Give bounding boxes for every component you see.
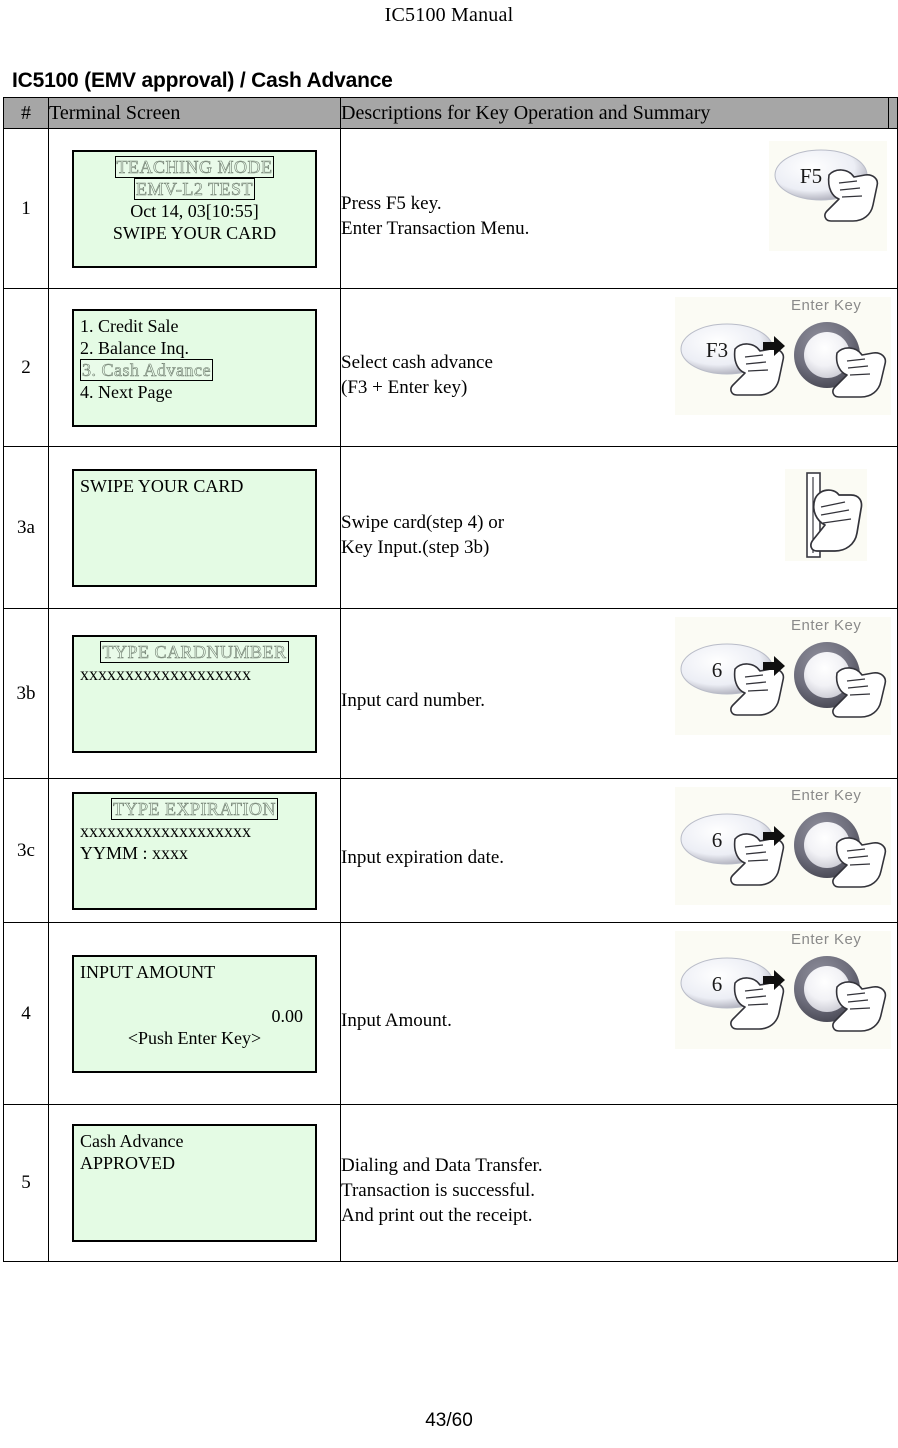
lcd-line: xxxxxxxxxxxxxxxxxxx [80,663,251,684]
lcd-line: 0.00 [271,1005,304,1026]
step-number-cell: 4 [3,922,49,1105]
description-text: Input Amount. [341,1010,452,1031]
step-number-cell: 3c [3,778,49,923]
terminal-screen-cell: TEACHING MODE EMV-L2 TEST Oct 14, 03[10:55… [48,128,341,289]
lcd-line-highlighted: EMV-L2 TEST [80,177,309,200]
lcd-line: YYMM : xxxx [80,842,189,863]
terminal-lcd-display: SWIPE YOUR CARD [72,468,317,587]
page-title: IC5100 Manual [384,4,514,26]
table-row: 4 INPUT AMOUNT 0.00 <Push Enter Key> Input … [3,922,898,1105]
key-then-enter-icon: F3 Enter Key [675,297,891,415]
lcd-line: SWIPE YOUR CARD [80,475,244,496]
lcd-line: 1. Credit Sale [80,315,179,336]
svg-text:F5: F5 [800,164,822,188]
svg-text:6: 6 [712,658,723,682]
description-cell: Dialing and Data Transfer. Transaction is… [340,1104,898,1262]
lcd-line: SWIPE YOUR CARD [112,222,277,243]
step-number-cell: 3b [3,608,49,779]
page-number: 43/60 [425,1410,473,1431]
column-header-terminal-screen: Terminal Screen [48,97,341,129]
description-text: Input expiration date. [341,847,505,868]
terminal-screen-cell: TYPE EXPIRATION xxxxxxxxxxxxxxxxxxx YYMM :… [48,778,341,923]
lcd-line [80,983,309,1005]
lcd-highlight-span: TYPE CARDNUMBER [100,640,289,663]
description-cell: Input expiration date. 6 Enter Key [340,778,898,923]
description-cell: Input card number. 6 Enter Key [340,608,898,779]
description-text: Dialing and Data Transfer. Transaction is… [341,1154,543,1226]
description-cell: Select cash advance(F3 + Enter key) F3 [340,288,898,447]
lcd-line: INPUT AMOUNT [80,961,216,982]
step-number-cell: 2 [3,288,49,447]
column-header-description: Descriptions for Key Operation and Summa… [340,97,889,129]
table-row: 1 TEACHING MODE EMV-L2 TEST Oct 14, 03[10:5… [3,128,898,289]
lcd-line: APPROVED [80,1153,176,1173]
svg-text:6: 6 [712,828,723,852]
key-then-enter-icon: 6 Enter Key [675,931,891,1049]
lcd-line: 4. Next Page [80,381,173,402]
lcd-highlight-span: TEACHING MODE [114,155,275,178]
svg-text:F3: F3 [706,338,728,362]
enter-key-icon [779,949,898,1047]
column-header-spacer [888,97,898,129]
step-number-cell: 5 [3,1104,49,1262]
table-row: 2 1. Credit Sale 2. Balance Inq. 3. Cash Ad… [3,288,898,447]
terminal-lcd-display: TYPE CARDNUMBER xxxxxxxxxxxxxxxxxxx [72,634,317,753]
lcd-line-highlighted: TEACHING MODE [80,155,309,178]
terminal-screen-cell: TYPE CARDNUMBER xxxxxxxxxxxxxxxxxxx [48,608,341,779]
table-row: 3a SWIPE YOUR CARD Swipe card(step 4) or Ke… [3,446,898,609]
table-body: 1 TEACHING MODE EMV-L2 TEST Oct 14, 03[10:5… [3,128,898,1262]
lcd-line: xxxxxxxxxxxxxxxxxxx [80,820,251,841]
description-text: Press F5 key. Enter Transaction Menu. [341,192,530,239]
enter-key-label: Enter Key [791,931,862,948]
terminal-lcd-display: INPUT AMOUNT 0.00 <Push Enter Key> [72,954,317,1073]
description-cell: Input Amount. 6 Enter Key [340,922,898,1105]
description-cell: Swipe card(step 4) or Key Input.(step 3b) [340,446,898,609]
description-text: Swipe card(step 4) or Key Input.(step 3b) [341,511,505,558]
lcd-line-highlighted: TYPE EXPIRATION [80,797,309,820]
lcd-highlight-span: EMV-L2 TEST [133,177,255,200]
lcd-highlight-span: TYPE EXPIRATION [111,797,278,820]
step-number-cell: 3a [3,446,49,609]
description-text: Select cash advance (F3 + Enter key) [341,351,493,398]
operation-steps-table: # Terminal Screen Descriptions for Key O… [3,97,898,1262]
svg-text:6: 6 [712,972,723,996]
terminal-screen-cell: Cash Advance APPROVED [48,1104,341,1262]
terminal-lcd-display: 1. Credit Sale 2. Balance Inq. 3. Cash Adv… [72,308,317,427]
section-heading: IC5100 (EMV approval) / Cash Advance [12,69,393,92]
lcd-line: <Push Enter Key> [127,1027,262,1048]
card-swipe-icon [785,469,867,561]
lcd-line: Oct 14, 03[10:55] [130,200,259,221]
enter-key-icon [779,635,898,733]
table-head: # Terminal Screen Descriptions for Key O… [3,97,898,129]
terminal-screen-cell: 1. Credit Sale 2. Balance Inq. 3. Cash Adv… [48,288,341,447]
enter-key-label: Enter Key [791,787,862,804]
enter-key-icon [779,315,898,413]
terminal-lcd-display: TEACHING MODE EMV-L2 TEST Oct 14, 03[10:55… [72,149,317,268]
table-row: 3c TYPE EXPIRATION xxxxxxxxxxxxxxxxxxx YYMM… [3,778,898,923]
table-row: 5 Cash Advance APPROVED Dialing and Data Tr… [3,1104,898,1262]
key-then-enter-icon: 6 Enter Key [675,787,891,905]
terminal-screen-cell: INPUT AMOUNT 0.00 <Push Enter Key> [48,922,341,1105]
table-row: 3b TYPE CARDNUMBER xxxxxxxxxxxxxxxxxxx Inpu… [3,608,898,779]
terminal-lcd-display: Cash Advance APPROVED [72,1124,317,1242]
column-header-number: # [3,97,49,129]
f5-key-press-icon: F5 [769,141,887,251]
terminal-screen-cell: SWIPE YOUR CARD [48,446,341,609]
lcd-line: Cash Advance [80,1131,184,1151]
lcd-line: 2. Balance Inq. [80,337,189,358]
description-text: Input card number. [341,690,486,711]
terminal-lcd-display: TYPE EXPIRATION xxxxxxxxxxxxxxxxxxx YYMM :… [72,791,317,910]
lcd-line-highlighted: 3. Cash Advance [80,358,309,381]
enter-key-label: Enter Key [791,297,862,314]
enter-key-icon [779,805,898,903]
description-cell: Press F5 key. Enter Transaction Menu. F5 [340,128,898,289]
enter-key-label: Enter Key [791,617,862,634]
key-then-enter-icon: 6 Enter Key [675,617,891,735]
lcd-highlight-span: 3. Cash Advance [80,358,213,381]
step-number-cell: 1 [3,128,49,289]
lcd-line-highlighted: TYPE CARDNUMBER [80,640,309,663]
table-header-row: # Terminal Screen Descriptions for Key O… [3,97,898,129]
